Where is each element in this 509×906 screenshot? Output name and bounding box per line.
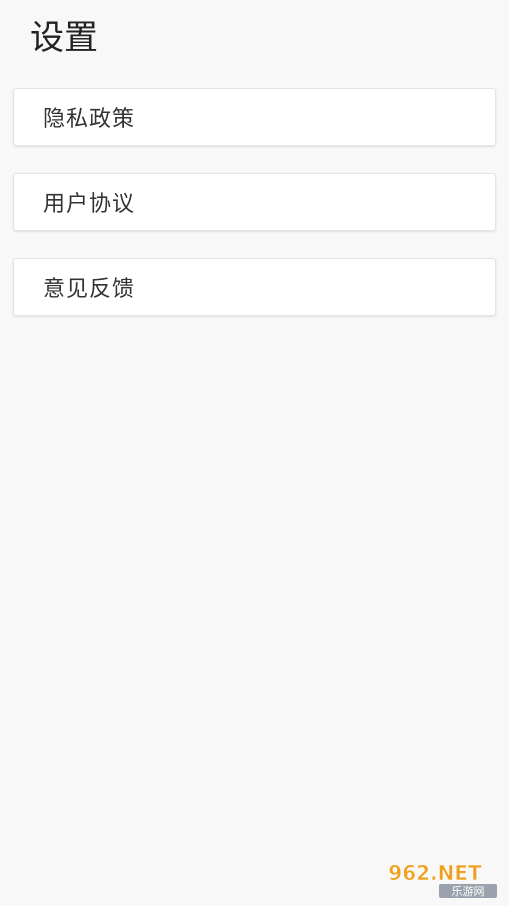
- watermark-logo: 962.NET 乐游网: [388, 861, 497, 898]
- watermark-top-text: 962.NET: [388, 861, 482, 885]
- page-title: 设置: [30, 18, 98, 58]
- watermark-bottom-text: 乐游网: [452, 885, 485, 898]
- settings-list: 隐私政策 用户协议 意见反馈: [13, 88, 496, 343]
- settings-item-label: 隐私政策: [43, 107, 136, 132]
- settings-item-label: 用户协议: [43, 192, 136, 217]
- settings-item-label: 意见反馈: [43, 277, 136, 302]
- settings-item-feedback[interactable]: 意见反馈: [13, 258, 496, 316]
- settings-item-privacy-policy[interactable]: 隐私政策: [13, 88, 496, 146]
- settings-item-user-agreement[interactable]: 用户协议: [13, 173, 496, 231]
